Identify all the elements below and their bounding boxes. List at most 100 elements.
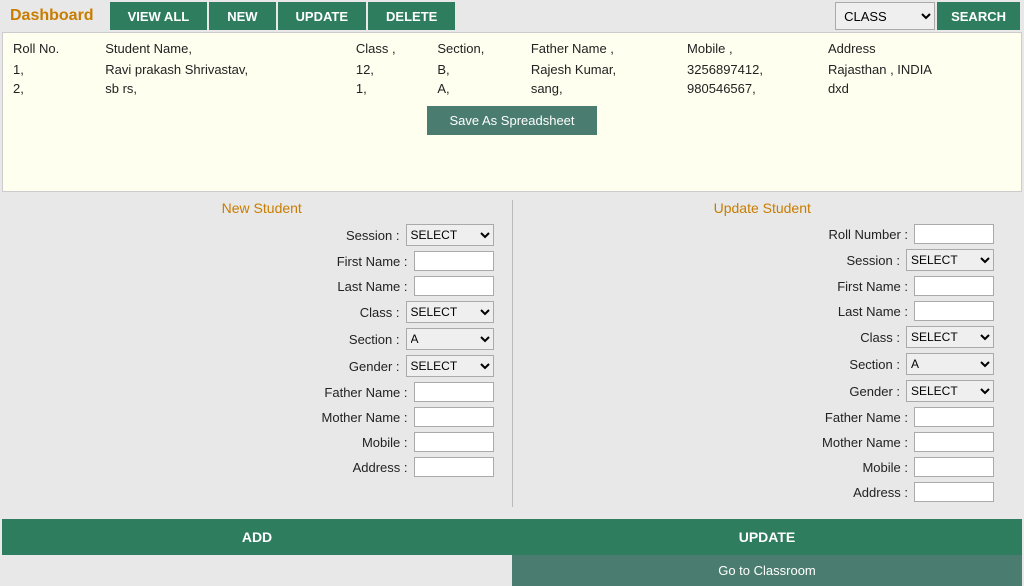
upd-mothername-input[interactable]: [914, 432, 994, 452]
new-student-form: New Student Session : SELECT First Name …: [20, 200, 504, 507]
cell-roll: 2,: [11, 79, 103, 98]
table-row: 1, Ravi prakash Shrivastav, 12, B, Rajes…: [11, 60, 1013, 79]
col-class: Class ,: [354, 39, 436, 60]
upd-session-select[interactable]: SELECT: [906, 249, 994, 271]
new-fathername-label: Father Name :: [308, 385, 408, 400]
col-mobile: Mobile ,: [685, 39, 826, 60]
new-address-input[interactable]: [414, 457, 494, 477]
new-class-label: Class :: [300, 305, 400, 320]
new-section-row: Section : A B C: [30, 328, 494, 350]
search-button[interactable]: SEARCH: [937, 2, 1020, 30]
upd-class-label: Class :: [800, 330, 900, 345]
upd-mothername-row: Mother Name :: [531, 432, 995, 452]
upd-session-label: Session :: [800, 253, 900, 268]
new-class-select[interactable]: SELECT: [406, 301, 494, 323]
search-select[interactable]: CLASS NAME ROLL NO: [835, 2, 935, 30]
upd-section-label: Section :: [800, 357, 900, 372]
upd-lastname-input[interactable]: [914, 301, 994, 321]
update-student-form: Update Student Roll Number : Session : S…: [521, 200, 1005, 507]
new-mobile-label: Mobile :: [308, 435, 408, 450]
new-session-row: Session : SELECT: [30, 224, 494, 246]
upd-gender-row: Gender : SELECT: [531, 380, 995, 402]
cell-class: 12,: [354, 60, 436, 79]
new-gender-row: Gender : SELECT: [30, 355, 494, 377]
table-header-row: Roll No. Student Name, Class , Section, …: [11, 39, 1013, 60]
cell-roll: 1,: [11, 60, 103, 79]
upd-mothername-label: Mother Name :: [808, 435, 908, 450]
cell-name: sb rs,: [103, 79, 354, 98]
students-table: Roll No. Student Name, Class , Section, …: [11, 39, 1013, 98]
new-firstname-input[interactable]: [414, 251, 494, 271]
view-all-button[interactable]: VIEW ALL: [110, 2, 208, 30]
data-table-area: Roll No. Student Name, Class , Section, …: [2, 32, 1022, 192]
new-gender-select[interactable]: SELECT: [406, 355, 494, 377]
new-lastname-row: Last Name :: [30, 276, 494, 296]
cell-name: Ravi prakash Shrivastav,: [103, 60, 354, 79]
new-mothername-label: Mother Name :: [308, 410, 408, 425]
cell-father: sang,: [529, 79, 685, 98]
upd-mobile-input[interactable]: [914, 457, 994, 477]
new-class-row: Class : SELECT: [30, 301, 494, 323]
update-button[interactable]: UPDATE: [512, 519, 1022, 555]
go-to-classroom-button[interactable]: Go to Classroom: [512, 555, 1022, 586]
bottom-row-1: ADD UPDATE: [2, 519, 1022, 555]
upd-mobile-row: Mobile :: [531, 457, 995, 477]
save-spreadsheet-button[interactable]: Save As Spreadsheet: [427, 106, 596, 135]
cell-section: A,: [435, 79, 528, 98]
upd-gender-select[interactable]: SELECT: [906, 380, 994, 402]
new-section-label: Section :: [300, 332, 400, 347]
cell-father: Rajesh Kumar,: [529, 60, 685, 79]
new-firstname-label: First Name :: [308, 254, 408, 269]
upd-mobile-label: Mobile :: [808, 460, 908, 475]
upd-address-label: Address :: [808, 485, 908, 500]
upd-firstname-label: First Name :: [808, 279, 908, 294]
upd-rollnumber-row: Roll Number :: [531, 224, 995, 244]
bottom-buttons-area: ADD UPDATE Go to Classroom: [2, 519, 1022, 586]
add-button[interactable]: ADD: [2, 519, 512, 555]
new-firstname-row: First Name :: [30, 251, 494, 271]
cell-address: dxd: [826, 79, 1013, 98]
new-mobile-input[interactable]: [414, 432, 494, 452]
cell-mobile: 980546567,: [685, 79, 826, 98]
cell-section: B,: [435, 60, 528, 79]
new-fathername-row: Father Name :: [30, 382, 494, 402]
upd-lastname-label: Last Name :: [808, 304, 908, 319]
upd-lastname-row: Last Name :: [531, 301, 995, 321]
new-address-label: Address :: [308, 460, 408, 475]
upd-fathername-row: Father Name :: [531, 407, 995, 427]
new-mothername-row: Mother Name :: [30, 407, 494, 427]
update-header-button[interactable]: UPDATE: [278, 2, 366, 30]
form-area: New Student Session : SELECT First Name …: [0, 192, 1024, 515]
upd-firstname-input[interactable]: [914, 276, 994, 296]
upd-address-input[interactable]: [914, 482, 994, 502]
new-fathername-input[interactable]: [414, 382, 494, 402]
upd-class-select[interactable]: SELECT: [906, 326, 994, 348]
new-lastname-input[interactable]: [414, 276, 494, 296]
upd-section-row: Section : A B C: [531, 353, 995, 375]
new-lastname-label: Last Name :: [308, 279, 408, 294]
new-section-select[interactable]: A B C: [406, 328, 494, 350]
upd-fathername-input[interactable]: [914, 407, 994, 427]
col-student-name: Student Name,: [103, 39, 354, 60]
cell-mobile: 3256897412,: [685, 60, 826, 79]
upd-session-row: Session : SELECT: [531, 249, 995, 271]
app-title: Dashboard: [4, 7, 100, 25]
new-button[interactable]: NEW: [209, 2, 275, 30]
form-divider: [512, 200, 513, 507]
update-student-title: Update Student: [531, 200, 995, 216]
upd-fathername-label: Father Name :: [808, 410, 908, 425]
new-session-select[interactable]: SELECT: [406, 224, 494, 246]
header-bar: Dashboard VIEW ALL NEW UPDATE DELETE CLA…: [0, 0, 1024, 32]
new-gender-label: Gender :: [300, 359, 400, 374]
new-mobile-row: Mobile :: [30, 432, 494, 452]
col-address: Address: [826, 39, 1013, 60]
new-mothername-input[interactable]: [414, 407, 494, 427]
upd-rollnumber-input[interactable]: [914, 224, 994, 244]
col-section: Section,: [435, 39, 528, 60]
new-student-title: New Student: [30, 200, 494, 216]
save-btn-wrapper: Save As Spreadsheet: [11, 106, 1013, 135]
new-session-label: Session :: [300, 228, 400, 243]
cell-class: 1,: [354, 79, 436, 98]
delete-button[interactable]: DELETE: [368, 2, 455, 30]
upd-section-select[interactable]: A B C: [906, 353, 994, 375]
